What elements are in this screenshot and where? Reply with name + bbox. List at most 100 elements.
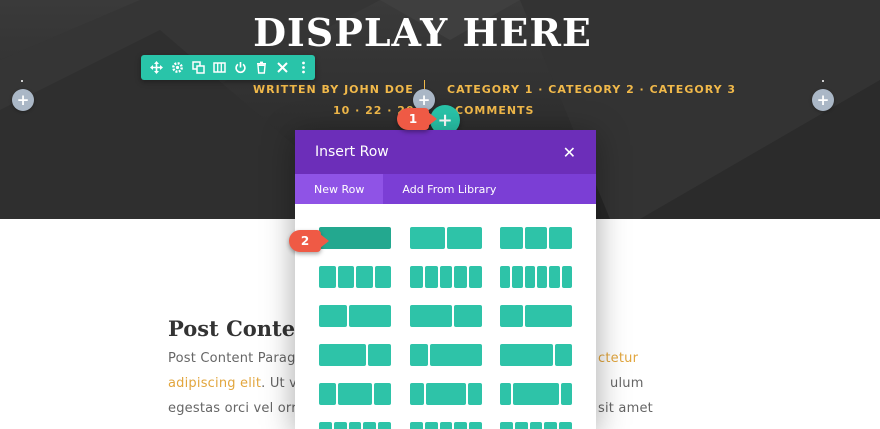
layout-column [500, 383, 512, 405]
layout-column [512, 266, 523, 288]
layout-column [425, 383, 467, 405]
row-layout-option[interactable] [500, 344, 572, 366]
callout-badge-2: 2 [289, 230, 329, 252]
row-layout-option[interactable] [319, 227, 391, 249]
row-layout-option[interactable] [319, 422, 391, 429]
row-layout-option[interactable] [410, 305, 482, 327]
post-categories: CATEGORY 1 · CATEGORY 2 · CATEGORY 3 [447, 83, 737, 96]
more-icon[interactable] [294, 58, 313, 77]
layout-column [319, 344, 366, 366]
paragraph-line: Post Content Parag [168, 351, 296, 366]
paragraph-link[interactable]: adipiscing elit [168, 376, 261, 391]
layout-column [513, 383, 559, 405]
layout-column [319, 266, 336, 288]
row-layout-option[interactable] [410, 344, 482, 366]
layout-column [348, 422, 362, 429]
layout-column [410, 266, 423, 288]
row-layout-option[interactable] [319, 383, 391, 405]
layout-column [447, 227, 482, 249]
paragraph-line-right: sit amet [598, 401, 653, 416]
gear-icon[interactable] [168, 58, 187, 77]
layout-column [319, 422, 332, 429]
layout-column [439, 266, 453, 288]
layout-column [378, 422, 391, 429]
layout-column [554, 344, 572, 366]
layout-column [337, 266, 354, 288]
row-layout-option[interactable] [319, 305, 391, 327]
post-comments: COMMENTS [455, 104, 535, 117]
layout-column [338, 383, 372, 405]
layout-column [367, 344, 391, 366]
trash-icon[interactable] [252, 58, 271, 77]
row-layout-option[interactable] [500, 383, 572, 405]
row-layout-option[interactable] [410, 227, 482, 249]
layout-column [524, 266, 535, 288]
paragraph-text: . Ut v [261, 376, 298, 391]
layout-column [319, 383, 336, 405]
layout-column [561, 266, 572, 288]
row-layout-option[interactable] [319, 266, 391, 288]
close-icon[interactable] [273, 58, 292, 77]
add-section-left-button[interactable]: + [12, 89, 34, 111]
tab-new-row[interactable]: New Row [295, 174, 384, 204]
layout-column [524, 227, 548, 249]
layout-column [468, 383, 482, 405]
layout-column [410, 383, 424, 405]
layout-column [469, 266, 482, 288]
layout-column [410, 344, 428, 366]
layout-column [500, 305, 524, 327]
layout-column [454, 305, 482, 327]
layout-column [514, 422, 528, 429]
row-layout-option[interactable] [500, 422, 572, 429]
modal-tabs: New Row Add From Library [295, 174, 596, 204]
layout-column [429, 344, 482, 366]
row-layout-option[interactable] [410, 383, 482, 405]
layout-column [525, 305, 572, 327]
layout-column [537, 266, 548, 288]
layout-column [500, 344, 553, 366]
layout-column [356, 266, 373, 288]
layout-column [363, 422, 377, 429]
layout-column [454, 422, 468, 429]
layout-column [319, 227, 391, 249]
layout-column [424, 266, 438, 288]
layout-column [454, 266, 468, 288]
layout-column [374, 266, 391, 288]
row-layout-option[interactable] [500, 266, 572, 288]
paragraph-line: adipiscing elit. Ut v [168, 376, 297, 391]
add-section-right-button[interactable]: + [812, 89, 834, 111]
paragraph-line-right: ulum [610, 376, 644, 391]
row-layout-option[interactable] [410, 266, 482, 288]
guide-dot [21, 80, 23, 82]
power-icon[interactable] [231, 58, 250, 77]
row-layout-option[interactable] [319, 344, 391, 366]
paragraph-link-fragment[interactable]: ctetur [598, 351, 638, 366]
guide-dot [822, 80, 824, 82]
layout-column [424, 422, 438, 429]
layout-column [544, 422, 558, 429]
close-icon[interactable]: ✕ [563, 143, 576, 162]
tab-add-from-library[interactable]: Add From Library [383, 174, 515, 204]
row-layout-option[interactable] [410, 422, 482, 429]
layout-column [469, 422, 482, 429]
modal-header: Insert Row ✕ [295, 130, 596, 174]
page-title: DISPLAY HERE [253, 10, 592, 55]
row-layout-option[interactable] [500, 305, 572, 327]
callout-badge-1: 1 [397, 108, 437, 130]
post-author: WRITTEN BY JOHN DOE [253, 83, 414, 96]
row-layout-option[interactable] [500, 227, 572, 249]
insert-row-modal: Insert Row ✕ New Row Add From Library [295, 130, 596, 429]
layout-column [559, 422, 572, 429]
layout-column [549, 227, 572, 249]
layout-column [410, 227, 445, 249]
modal-title: Insert Row [315, 144, 389, 160]
layout-column [549, 266, 560, 288]
module-toolbar [141, 55, 315, 80]
move-icon[interactable] [147, 58, 166, 77]
layout-column [560, 383, 572, 405]
columns-icon[interactable] [210, 58, 229, 77]
layout-column [500, 227, 523, 249]
layout-column [410, 305, 452, 327]
duplicate-icon[interactable] [189, 58, 208, 77]
layout-column [529, 422, 543, 429]
